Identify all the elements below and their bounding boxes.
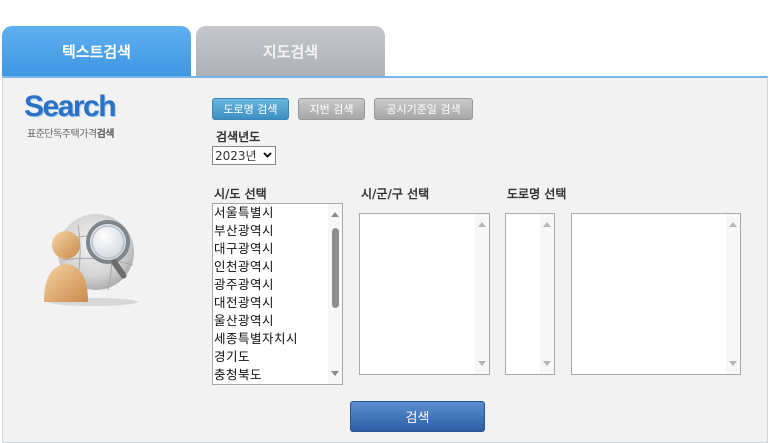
search-logo-subtitle: 표준단독주택가격검색 — [27, 125, 115, 140]
lot-number-search-label: 지번 검색 — [309, 103, 354, 116]
sigungu-scrollbar[interactable] — [475, 214, 489, 374]
lot-number-search-button[interactable]: 지번 검색 — [298, 98, 365, 120]
road-name-listbox[interactable] — [571, 213, 741, 375]
chevron-down-icon — [263, 150, 272, 162]
scroll-up-icon[interactable] — [543, 222, 551, 227]
search-button-label: 검색 — [405, 411, 430, 426]
road-name-search-button[interactable]: 도로명 검색 — [212, 98, 289, 120]
scroll-down-icon[interactable] — [331, 371, 339, 376]
announcement-date-search-label: 공시기준일 검색 — [386, 103, 461, 116]
sigungu-listbox[interactable] — [359, 213, 490, 375]
scroll-up-icon[interactable] — [729, 222, 737, 227]
sigungu-label: 시/군/구 선택 — [361, 187, 430, 201]
year-select-value: 2023년 — [215, 149, 257, 163]
list-item[interactable]: 경기도 — [213, 348, 342, 366]
sido-listbox[interactable]: 서울특별시 부산광역시 대구광역시 인천광역시 광주광역시 대전광역시 울산광역… — [212, 203, 343, 385]
year-select[interactable]: 2023년 — [212, 146, 276, 165]
scroll-down-icon[interactable] — [729, 361, 737, 366]
list-item[interactable]: 대전광역시 — [213, 294, 342, 312]
sido-scrollbar[interactable] — [328, 204, 342, 384]
person-magnifier-icon — [38, 210, 148, 310]
logo-subtitle-normal: 표준단독주택가격 — [27, 129, 97, 140]
list-item[interactable]: 세종특별자치시 — [213, 330, 342, 348]
tab-map-search-label: 지도검색 — [262, 42, 319, 61]
search-logo: Search — [24, 90, 117, 123]
sido-label: 시/도 선택 — [214, 187, 267, 201]
announcement-date-search-button[interactable]: 공시기준일 검색 — [374, 98, 473, 120]
scroll-thumb[interactable] — [332, 228, 339, 308]
list-item[interactable]: 광주광역시 — [213, 276, 342, 294]
list-item[interactable]: 충청북도 — [213, 366, 342, 384]
scroll-down-icon[interactable] — [478, 361, 486, 366]
scroll-down-icon[interactable] — [543, 361, 551, 366]
year-label: 검색년도 — [216, 130, 261, 144]
road-name-search-label: 도로명 검색 — [223, 103, 278, 116]
list-item[interactable]: 인천광역시 — [213, 258, 342, 276]
road-initial-listbox[interactable] — [505, 213, 555, 375]
logo-subtitle-bold: 검색 — [96, 129, 115, 140]
tab-text-search[interactable]: 텍스트검색 — [2, 26, 191, 76]
tab-text-search-label: 텍스트검색 — [61, 42, 131, 61]
road-name-scrollbar[interactable] — [726, 214, 740, 374]
tab-map-search[interactable]: 지도검색 — [196, 26, 385, 76]
list-item[interactable]: 대구광역시 — [213, 240, 342, 258]
scroll-up-icon[interactable] — [478, 222, 486, 227]
list-item[interactable]: 울산광역시 — [213, 312, 342, 330]
scroll-up-icon[interactable] — [331, 212, 339, 217]
road-initial-scrollbar[interactable] — [540, 214, 554, 374]
road-name-label: 도로명 선택 — [507, 187, 567, 201]
search-button[interactable]: 검색 — [350, 401, 485, 432]
list-item[interactable]: 서울특별시 — [213, 204, 342, 222]
list-item[interactable]: 부산광역시 — [213, 222, 342, 240]
